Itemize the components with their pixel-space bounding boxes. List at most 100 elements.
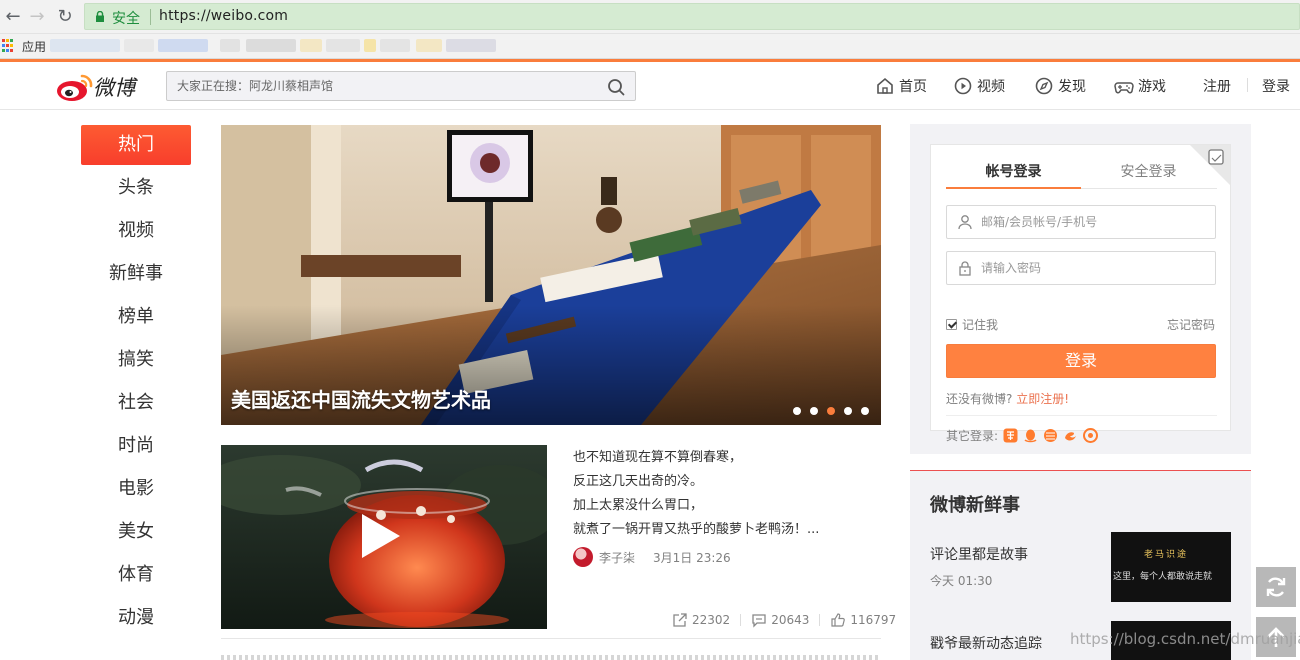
search-icon[interactable] [607,78,625,96]
other-login-row: 其它登录: [946,427,1099,444]
carousel-dot[interactable] [861,407,869,415]
apps-label[interactable]: 应用 [22,38,46,55]
play-icon[interactable] [356,511,404,561]
menu-item-sports[interactable]: 体育 [81,555,191,598]
menu-item-society[interactable]: 社会 [81,383,191,426]
news-title: 微博新鲜事 [930,495,1020,516]
nav-games[interactable]: 游戏 [1114,74,1166,98]
menu-item-ranking[interactable]: 榜单 [81,297,191,340]
swirl-icon[interactable] [1063,428,1078,443]
news-item-title[interactable]: 评论里都是故事 [930,544,1028,564]
carousel-dot[interactable] [844,407,852,415]
menu-item-beauty[interactable]: 美女 [81,512,191,555]
login-link[interactable]: 登录 [1262,74,1290,98]
blurred-bookmark[interactable] [124,39,154,52]
forward-arrow-icon[interactable]: → [26,6,48,28]
nav-discover[interactable]: 发现 [1034,74,1086,98]
author-name[interactable]: 李子柒 [599,549,635,566]
circle-logo-icon[interactable] [1083,428,1099,443]
taobao-icon[interactable] [1003,428,1018,443]
blurred-bookmark[interactable] [380,39,410,52]
blurred-bookmark[interactable] [246,39,296,52]
blurred-bookmark[interactable] [446,39,496,52]
blurred-bookmark[interactable] [158,39,208,52]
secure-label: 安全 [112,11,140,27]
menu-item-anime[interactable]: 动漫 [81,598,191,641]
menu-item-video[interactable]: 视频 [81,211,191,254]
blurred-bookmark[interactable] [416,39,442,52]
blurred-bookmark[interactable] [326,39,360,52]
menu-item-fashion[interactable]: 时尚 [81,426,191,469]
browser-toolbar: ← → ↻ 安全 https://weibo.com [0,0,1300,34]
comment-count: 20643 [771,613,810,627]
password-field[interactable] [946,251,1216,285]
news-item-thumbnail[interactable]: 老马识途 这里，每个人都敢说走就 [1111,532,1231,602]
post-text[interactable]: 也不知道现在算不算倒春寒， 反正这几天出奇的冷。 加上太累没什么胃口， 就煮了一… [573,446,873,542]
banner-caption[interactable]: 美国返还中国流失文物艺术品 [231,384,491,413]
stats-separator [740,614,742,626]
reload-icon[interactable]: ↻ [54,6,76,28]
blurred-bookmark[interactable] [50,39,120,52]
weave-icon[interactable] [1043,428,1058,443]
comment-icon [752,614,766,628]
search-input[interactable] [167,72,587,100]
nav-video[interactable]: 视频 [953,74,1005,98]
refresh-icon [1266,577,1286,597]
comment-button[interactable]: 20643 [751,612,809,628]
avatar[interactable] [573,547,593,567]
repost-count: 22302 [692,613,731,627]
stats-separator [819,614,821,626]
signup-link[interactable]: 立即注册! [1016,392,1069,406]
refresh-button[interactable] [1256,567,1296,607]
nav-home[interactable]: 首页 [875,74,927,98]
remember-checkbox[interactable] [946,319,957,330]
logo-text[interactable]: 微博 [93,72,135,102]
thumbs-up-icon [831,613,846,627]
login-divider [946,415,1217,416]
like-button[interactable]: 116797 [830,612,896,628]
forgot-password-link[interactable]: 忘记密码 [1167,316,1215,333]
username-input[interactable] [981,206,1211,238]
carousel-dots [793,407,869,415]
video-play-icon [954,77,972,95]
back-arrow-icon[interactable]: ← [2,6,24,28]
login-panel: 帐号登录 安全登录 记住我 忘记密码 登录 还没有微博? 立即注册! 其它登录: [910,124,1251,454]
news-item-title[interactable]: 戳爷最新动态追踪 [930,633,1042,653]
video-thumbnail[interactable] [221,445,547,629]
banner-photo [221,125,881,425]
user-icon [958,215,972,230]
home-icon [877,77,893,94]
username-field[interactable] [946,205,1216,239]
carousel-dot-active[interactable] [827,407,835,415]
tab-secure-login[interactable]: 安全登录 [1081,161,1216,188]
menu-item-funny[interactable]: 搞笑 [81,340,191,383]
blurred-bookmark[interactable] [300,39,322,52]
menu-item-hot[interactable]: 热门 [81,125,191,165]
tab-account-login[interactable]: 帐号登录 [946,161,1081,189]
address-bar[interactable]: 安全 https://weibo.com [84,3,1300,30]
news-item-time: 今天 01:30 [930,574,993,588]
remember-me[interactable]: 记住我 [946,316,998,333]
blurred-bookmark[interactable] [364,39,376,52]
carousel-dot[interactable] [810,407,818,415]
apps-grid-icon[interactable] [2,39,16,53]
feed-loading-strip [221,655,881,660]
url-text[interactable]: https://weibo.com [159,8,288,24]
carousel-dot[interactable] [793,407,801,415]
register-link[interactable]: 注册 [1203,74,1231,98]
nav-discover-label: 发现 [1058,79,1086,95]
post-text-line: 加上太累没什么胃口， [573,498,704,513]
weibo-logo-icon[interactable] [55,70,95,104]
thumbnail-title: 老马识途 [1144,550,1189,560]
qq-icon[interactable] [1023,428,1038,443]
repost-button[interactable]: 22302 [672,612,730,628]
menu-item-headlines[interactable]: 头条 [81,168,191,211]
blurred-bookmark[interactable] [220,39,240,52]
menu-item-fresh[interactable]: 新鲜事 [81,254,191,297]
menu-item-movies[interactable]: 电影 [81,469,191,512]
nav-games-label: 游戏 [1138,79,1166,95]
login-button[interactable]: 登录 [946,344,1216,378]
password-input[interactable] [981,252,1211,284]
featured-banner[interactable]: 美国返还中国流失文物艺术品 [221,125,881,425]
feed-divider [221,638,881,639]
